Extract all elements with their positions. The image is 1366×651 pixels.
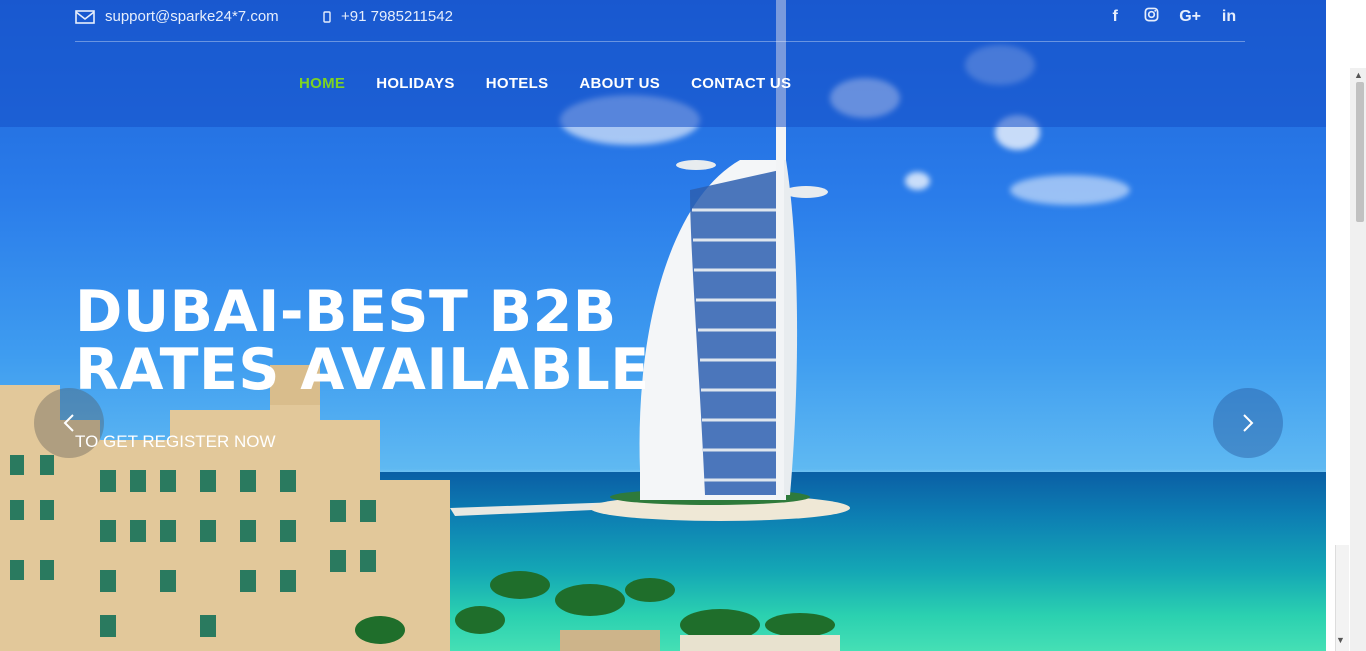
- chevron-right-icon: [1243, 414, 1254, 432]
- nav-contact-us[interactable]: CONTACT US: [691, 75, 791, 92]
- nav-about-us[interactable]: ABOUT US: [579, 75, 660, 92]
- headline-line-2: RATES AVAILABLE: [75, 337, 650, 403]
- social-links: f G+ in: [1107, 7, 1237, 27]
- email-contact[interactable]: support@sparke24*7.com: [75, 8, 279, 25]
- email-text[interactable]: support@sparke24*7.com: [105, 8, 279, 25]
- nav-home[interactable]: HOME: [299, 75, 345, 92]
- chevron-left-icon: [63, 414, 74, 432]
- top-contact-bar: support@sparke24*7.com +91 7985211542 f …: [75, 0, 1245, 42]
- linkedin-icon[interactable]: in: [1221, 8, 1237, 26]
- slider-next-button[interactable]: [1213, 388, 1283, 458]
- main-navigation: HOME HOLIDAYS HOTELS ABOUT US CONTACT US: [299, 75, 791, 92]
- phone-text[interactable]: +91 7985211542: [341, 8, 453, 25]
- nav-hotels[interactable]: HOTELS: [486, 75, 549, 92]
- envelope-icon: [75, 9, 95, 24]
- site-header: support@sparke24*7.com +91 7985211542 f …: [0, 0, 1326, 127]
- phone-contact[interactable]: +91 7985211542: [323, 8, 453, 25]
- headline-line-1: DUBAI-BEST B2B: [75, 279, 617, 345]
- instagram-icon[interactable]: [1143, 7, 1159, 27]
- mobile-phone-icon: [323, 10, 331, 23]
- hero-subline[interactable]: TO GET REGISTER NOW: [75, 432, 276, 452]
- google-plus-icon[interactable]: G+: [1179, 8, 1201, 26]
- scroll-up-arrow-icon[interactable]: ▲: [1354, 70, 1363, 80]
- scrollbar-thumb[interactable]: [1356, 82, 1364, 222]
- nav-holidays[interactable]: HOLIDAYS: [376, 75, 455, 92]
- hero-headline: DUBAI-BEST B2B RATES AVAILABLE: [75, 283, 650, 399]
- scroll-down-arrow-icon[interactable]: ▼: [1336, 635, 1345, 645]
- facebook-icon[interactable]: f: [1107, 8, 1123, 26]
